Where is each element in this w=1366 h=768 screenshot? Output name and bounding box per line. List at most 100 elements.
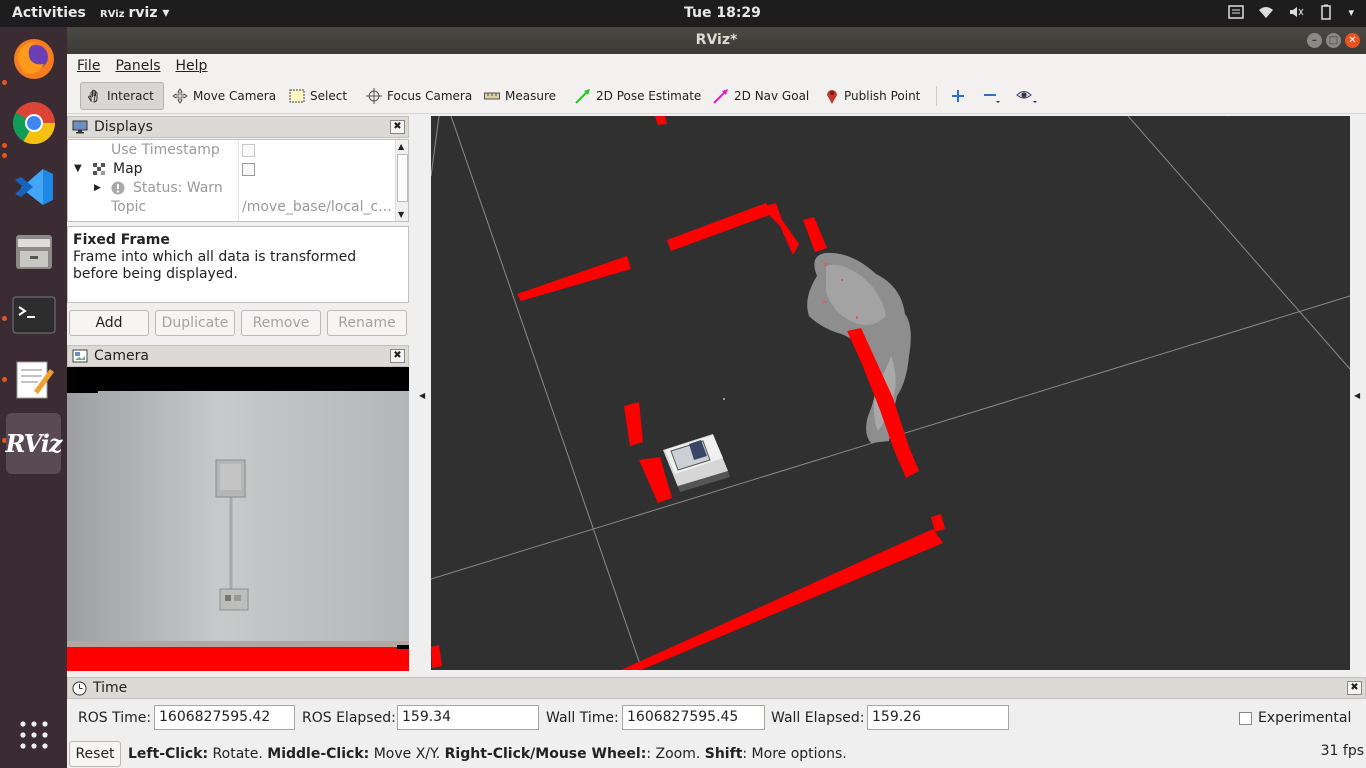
top-bar: Activities RViz rviz ▾ Tue 18:29 ▾ [0,0,1366,27]
map-enable-checkbox[interactable] [242,163,255,176]
scrollbar-thumb[interactable] [397,154,408,202]
ruler-icon [484,92,500,100]
dock: RViz [0,27,67,768]
use-timestamp-label: Use Timestamp [111,142,220,158]
toolbar-separator [936,86,937,106]
time-panel-title[interactable]: Time ✖ [67,677,1366,699]
battery-icon[interactable] [1318,4,1334,20]
hint-left-click-key: Left-Click: [128,746,209,762]
status-row[interactable]: ▶ Status: Warn [68,179,396,198]
focus-camera-icon [366,88,382,104]
volume-muted-icon[interactable] [1288,4,1304,20]
collapse-arrow-icon[interactable]: ▶ [94,183,101,193]
scroll-up-icon[interactable]: ▲ [398,142,404,151]
hint-middle-click-text: Move X/Y. [369,746,445,762]
topic-row[interactable]: Topic /move_base/local_c... [68,198,396,217]
hint-right-click-text: : Zoom. [646,746,705,762]
ros-elapsed-field[interactable]: 159.34 [397,705,539,730]
experimental-checkbox[interactable] [1239,712,1252,725]
vscode-icon [14,168,53,205]
2d-nav-goal-tool[interactable]: 2D Nav Goal [708,82,814,110]
add-display-button[interactable]: Add [69,310,149,336]
rename-display-button[interactable]: Rename [327,310,407,336]
menu-help[interactable]: Help [176,58,208,74]
collapse-right-dock-handle[interactable]: ◀ [1354,387,1362,400]
topic-label: Topic [111,199,147,215]
camera-panel-title[interactable]: Camera ✖ [67,345,409,367]
app-menu-label: rviz [128,5,158,21]
text-editor-launcher[interactable] [6,351,61,406]
use-timestamp-row[interactable]: Use Timestamp [68,141,396,160]
scroll-down-icon[interactable]: ▼ [398,210,404,219]
interact-tool[interactable]: Interact [80,82,164,110]
app-menu[interactable]: RViz rviz ▾ [100,5,169,21]
chrome-icon [12,101,55,144]
camera-image-view[interactable] [67,367,409,671]
map-pin-icon [827,90,837,104]
displays-title: Displays [94,119,153,135]
close-button[interactable]: ✕ [1345,33,1360,48]
ros-time-label: ROS Time: [78,710,152,726]
status-label: Status: Warn [133,180,223,196]
green-arrow-icon [575,89,590,104]
displays-close-button[interactable]: ✖ [390,120,405,134]
3d-render-view[interactable] [431,116,1350,670]
move-camera-tool[interactable]: Move Camera [167,82,281,110]
keyboard-layout-icon[interactable] [1228,4,1245,20]
time-close-button[interactable]: ✖ [1347,681,1362,695]
focus-camera-tool[interactable]: Focus Camera [361,82,477,110]
measure-label: Measure [505,89,556,103]
tree-scrollbar[interactable]: ▲ ▼ [395,140,408,221]
publish-point-tool[interactable]: Publish Point [820,82,925,110]
firefox-launcher[interactable] [6,31,61,86]
terminal-launcher[interactable] [6,287,61,342]
app-menu-icon: RViz [100,9,125,20]
vscode-launcher[interactable] [6,159,61,214]
show-apps-button[interactable] [6,707,61,762]
displays-tree[interactable]: Use Timestamp ▼ Map ▶ Status: Warn Topic… [67,139,409,222]
window-titlebar[interactable]: RViz* – □ ✕ [67,27,1366,54]
displays-panel-title[interactable]: Displays ✖ [67,116,409,138]
wall-elapsed-field[interactable]: 159.26 [867,705,1009,730]
toolbar: Interact Move Camera Select Focus Camera… [67,78,1366,114]
ros-time-field[interactable]: 1606827595.42 [154,705,295,730]
wall-time-field[interactable]: 1606827595.45 [622,705,765,730]
wall-elapsed-label: Wall Elapsed: [771,710,865,726]
maximize-button[interactable]: □ [1326,33,1341,48]
files-icon [15,234,52,269]
camera-feed-image [67,367,409,671]
system-tray[interactable]: ▾ [1228,4,1354,20]
rviz-launcher[interactable]: RViz [5,413,63,474]
duplicate-display-button[interactable]: Duplicate [155,310,235,336]
2d-pose-estimate-tool[interactable]: 2D Pose Estimate [570,82,706,110]
remove-display-button[interactable]: Remove [241,310,321,336]
expand-arrow-icon[interactable]: ▼ [74,163,82,174]
clock-icon [72,681,87,695]
time-panel: Time ✖ ROS Time: 1606827595.42 ROS Elaps… [67,677,1366,768]
remove-tool-button[interactable] [978,82,1006,110]
reset-button[interactable]: Reset [69,741,121,767]
clock[interactable]: Tue 18:29 [684,5,761,21]
wifi-icon[interactable] [1258,4,1274,20]
text-editor-icon [16,361,54,398]
warning-icon [111,181,125,195]
description-text: Frame into which all data is transformed… [73,249,357,282]
chrome-launcher[interactable] [6,95,61,150]
map-row[interactable]: ▼ Map [68,160,396,179]
files-launcher[interactable] [6,223,61,278]
camera-close-button[interactable]: ✖ [390,349,405,363]
select-tool[interactable]: Select [284,82,352,110]
hint-shift-text: : More options. [742,746,847,762]
minimize-button[interactable]: – [1307,33,1322,48]
add-tool-button[interactable] [946,82,970,110]
system-menu-chevron-icon[interactable]: ▾ [1348,6,1354,19]
menu-bar: File Panels Help [67,54,1366,78]
menu-file[interactable]: File [77,58,100,74]
use-timestamp-checkbox[interactable] [242,144,255,157]
view-options-button[interactable] [1011,82,1043,110]
activities-button[interactable]: Activities [12,5,86,21]
menu-panels[interactable]: Panels [115,58,160,74]
collapse-left-dock-handle[interactable]: ◀ [419,387,427,400]
wall-time-label: Wall Time: [546,710,619,726]
measure-tool[interactable]: Measure [479,82,561,110]
